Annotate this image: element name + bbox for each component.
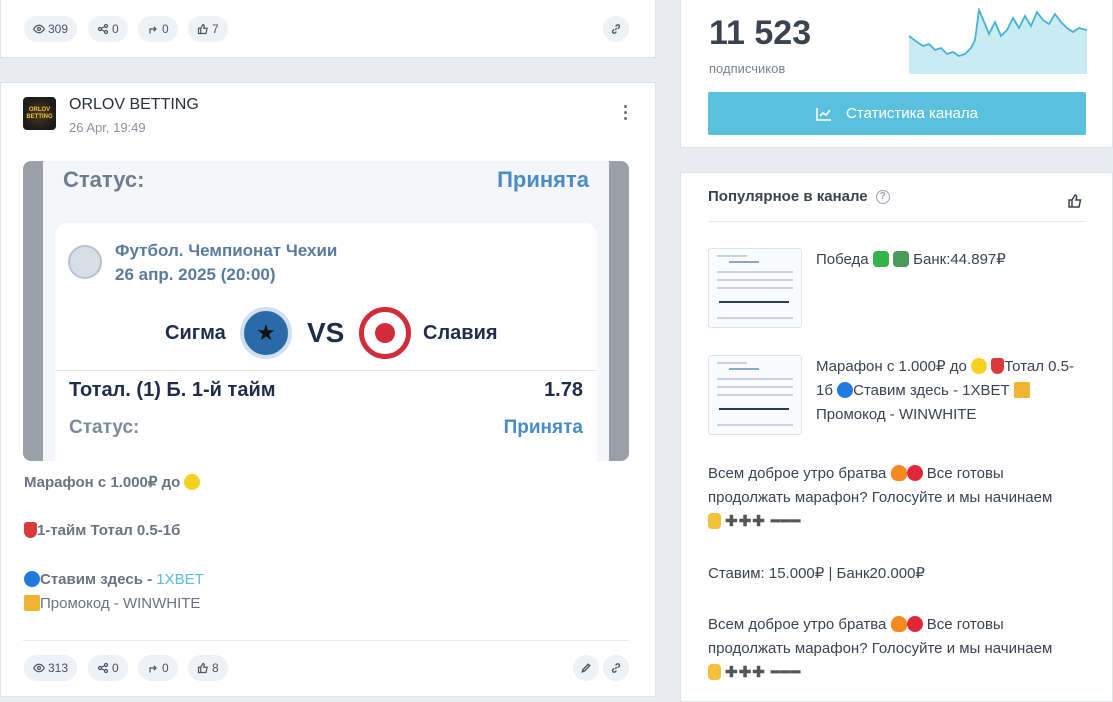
views-count: 309	[48, 22, 69, 36]
shares-count: 0	[112, 22, 119, 36]
image-competition: Футбол. Чемпионат Чехии	[115, 241, 338, 260]
post-text-line-2: 1-тайм Тотал 0.5-1б	[24, 519, 180, 543]
popular-item-thumbnail-1[interactable]	[708, 248, 802, 328]
share-icon	[97, 662, 109, 674]
plus-icons: ✚✚✚ ━━━	[725, 664, 802, 681]
vs-label: VS	[307, 317, 345, 348]
vote-hand-icon	[708, 664, 721, 680]
views-chip: 313	[24, 655, 78, 681]
subscribers-sparkline	[909, 8, 1087, 74]
channel-logo-text: ORLOV BETTING	[26, 106, 53, 120]
shield-icon	[24, 522, 37, 538]
views-count: 313	[48, 661, 69, 675]
shares-count: 0	[112, 661, 119, 675]
forwards-count: 0	[162, 22, 169, 36]
popular-divider	[708, 221, 1086, 222]
channel-stats-label: Статистика канала	[846, 105, 978, 122]
fire-icon	[890, 465, 907, 481]
shares-chip[interactable]: 0	[88, 655, 128, 681]
thumbs-up-icon	[197, 23, 208, 35]
popular-text-1[interactable]: Всем доброе утро братва Все готовы продо…	[708, 462, 1088, 534]
bank-icon	[893, 251, 909, 267]
popular-title: Популярное в канале ?	[708, 188, 890, 205]
help-icon[interactable]: ?	[875, 189, 890, 204]
likes-chip[interactable]: 8	[188, 655, 228, 681]
post-divider	[23, 640, 629, 641]
post-card: ORLOV BETTING ORLOV BETTING 26 Apr, 19:49…	[0, 82, 656, 697]
pencil-icon	[1013, 382, 1030, 398]
popular-text-3[interactable]: Всем доброе утро братва Все готовы продо…	[708, 613, 1088, 685]
heart-icon	[906, 616, 923, 632]
team-home-name: Сигма	[165, 322, 226, 344]
share-icon	[97, 23, 109, 35]
forward-icon	[149, 665, 157, 673]
likes-count: 7	[212, 22, 219, 36]
soccer-ball-icon	[68, 245, 102, 279]
forwards-count: 0	[162, 661, 169, 675]
channel-logo[interactable]: ORLOV BETTING	[23, 97, 56, 130]
popular-text-2[interactable]: Ставим: 15.000₽ | Банк20.000₽	[708, 562, 1088, 586]
fire-icon	[890, 616, 907, 632]
forward-icon	[149, 26, 157, 34]
popular-item-text-1[interactable]: Победа Банк:44.897₽	[816, 248, 1086, 272]
subscribers-count: 11 523	[709, 14, 812, 52]
image-datetime: 26 апр. 2025 (20:00)	[115, 265, 276, 284]
eye-icon	[33, 663, 45, 673]
shares-chip[interactable]: 0	[88, 16, 128, 42]
blue-circle-icon	[837, 382, 854, 398]
edit-button[interactable]	[573, 655, 599, 681]
subscribers-label: подписчиков	[709, 61, 786, 76]
bet-odds: 1.78	[544, 379, 583, 401]
pencil-icon	[24, 595, 40, 611]
post-text-line-3: Ставим здесь - 1XBET	[24, 568, 204, 592]
post-card-previous: 309 0 0 7	[0, 0, 656, 58]
channel-stats-button[interactable]: Статистика канала	[708, 92, 1086, 135]
copy-link-button[interactable]	[603, 655, 629, 681]
kebab-icon	[623, 105, 627, 120]
team-away-badge	[359, 307, 411, 359]
post-date[interactable]: 26 Apr, 19:49	[69, 120, 146, 135]
popular-item-thumbnail-2[interactable]	[708, 355, 802, 435]
post-text-line-4: Промокод - WINWHITE	[24, 592, 200, 616]
bet-label: Тотал. (1) Б. 1-й тайм	[69, 379, 276, 401]
thumbs-up-sort-icon[interactable]	[1067, 193, 1083, 209]
eye-icon	[33, 24, 45, 34]
image-status-value: Принята	[497, 167, 589, 192]
pencil-icon	[581, 663, 591, 673]
team-home-badge: ★	[240, 307, 292, 359]
shield-icon	[991, 358, 1005, 374]
views-chip: 309	[24, 16, 78, 42]
chart-line-icon	[816, 107, 832, 121]
forwards-chip[interactable]: 0	[138, 655, 178, 681]
image-status-label: Статус:	[63, 167, 145, 192]
check-mark-icon	[872, 251, 889, 267]
forwards-chip[interactable]: 0	[138, 16, 178, 42]
more-options-button[interactable]	[618, 103, 632, 123]
lemon-icon	[971, 358, 988, 374]
team-away-name: Славия	[423, 322, 498, 344]
post-image[interactable]: Статус: Принята Футбол. Чемпионат Чехии …	[23, 161, 629, 461]
likes-chip[interactable]: 7	[188, 16, 228, 42]
vote-hand-icon	[708, 513, 721, 529]
plus-icons: ✚✚✚ ━━━	[725, 513, 802, 530]
link-icon	[611, 663, 621, 673]
copy-link-button[interactable]	[603, 16, 629, 42]
channel-name[interactable]: ORLOV BETTING	[69, 96, 199, 114]
lemon-icon	[184, 474, 201, 490]
heart-icon	[906, 465, 923, 481]
post-text-line-1: Марафон с 1.000₽ до	[24, 471, 201, 495]
bookmaker-link[interactable]: 1XBET	[156, 571, 204, 588]
link-icon	[611, 24, 621, 34]
image-status-label-2: Статус:	[69, 417, 140, 438]
thumbs-up-icon	[197, 662, 208, 674]
likes-count: 8	[212, 661, 219, 675]
image-status-value-2: Принята	[503, 417, 583, 438]
blue-circle-icon	[24, 571, 40, 587]
subscribers-card: 11 523 подписчиков Статистика канала	[680, 0, 1113, 148]
star-icon: ★	[256, 320, 276, 345]
popular-item-text-2[interactable]: Марафон с 1.000₽ до Тотал 0.5-1б Ставим …	[816, 355, 1086, 427]
